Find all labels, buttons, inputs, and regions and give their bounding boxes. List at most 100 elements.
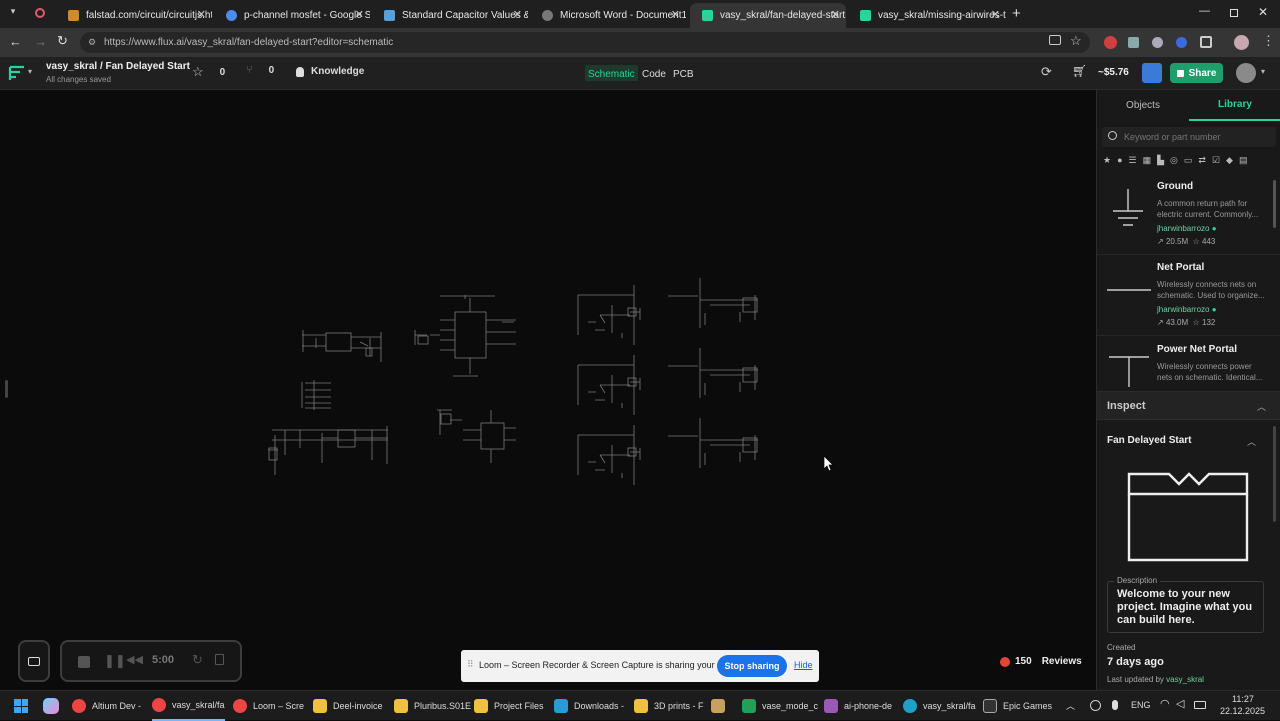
windows-start-icon[interactable] bbox=[14, 699, 28, 713]
tab-pcb[interactable]: PCB bbox=[673, 66, 694, 80]
new-tab-button[interactable]: + bbox=[1012, 5, 1021, 22]
chevron-up-icon[interactable]: ︿ bbox=[1247, 435, 1256, 448]
schematic-block[interactable] bbox=[414, 295, 516, 377]
browser-tab[interactable]: vasy_skral/missing-airwires-tes ✕ bbox=[848, 3, 1006, 28]
tab-schematic[interactable]: Schematic bbox=[585, 65, 638, 81]
price-label[interactable]: ~$5.76 bbox=[1098, 67, 1129, 78]
shuffle-filter-icon[interactable]: ⇄ bbox=[1198, 155, 1206, 166]
collaborator-avatar[interactable] bbox=[1142, 63, 1162, 83]
clock-time[interactable]: 11:27 bbox=[1232, 694, 1254, 704]
rewind-icon[interactable]: ◀◀ bbox=[126, 653, 143, 666]
logo-menu-chevron-icon[interactable]: ▾ bbox=[28, 67, 32, 76]
close-icon[interactable]: ✕ bbox=[831, 8, 840, 21]
schematic-block[interactable] bbox=[577, 418, 758, 485]
tab-search-icon[interactable]: ▾ bbox=[6, 6, 20, 20]
tray-app-icon[interactable] bbox=[1090, 700, 1101, 711]
trash-icon[interactable] bbox=[215, 654, 224, 665]
taskbar-item[interactable]: vasy_skral/fa bbox=[903, 691, 976, 721]
taskbar-item[interactable] bbox=[711, 691, 731, 721]
taskbar-item[interactable]: Epic Games bbox=[983, 691, 1052, 721]
volume-icon[interactable]: ◁ bbox=[1176, 697, 1184, 710]
browser-tab-active[interactable]: vasy_skral/fan-delayed-start: B ✕ bbox=[690, 3, 846, 28]
extension-icon[interactable] bbox=[1104, 36, 1117, 49]
fork-button[interactable]: ⑂ 0 bbox=[246, 64, 274, 76]
bookmark-star-icon[interactable]: ☆ bbox=[1070, 33, 1082, 49]
profile-avatar[interactable] bbox=[1234, 35, 1249, 50]
library-item[interactable]: Net Portal Wirelessly connects nets on s… bbox=[1097, 256, 1280, 336]
grid-filter-icon[interactable]: ▤ bbox=[1239, 155, 1248, 166]
language-indicator[interactable]: ENG bbox=[1131, 700, 1151, 710]
inspect-scrollbar[interactable] bbox=[1273, 426, 1276, 522]
taskbar-item[interactable]: vase_mode_c bbox=[742, 691, 818, 721]
reviews-button[interactable]: 150 Reviews bbox=[1000, 656, 1082, 667]
library-item[interactable]: Power Net Portal Wirelessly connects pow… bbox=[1097, 338, 1280, 390]
window-close-button[interactable]: ✕ bbox=[1258, 5, 1268, 19]
install-app-icon[interactable] bbox=[1049, 35, 1061, 45]
schematic-block[interactable] bbox=[302, 330, 382, 362]
tab-code[interactable]: Code bbox=[642, 66, 666, 80]
library-item-author[interactable]: jharwinbarrozo ● bbox=[1157, 305, 1267, 314]
library-item-author[interactable]: jharwinbarrozo ● bbox=[1157, 224, 1267, 233]
site-info-icon[interactable]: ⚙ bbox=[88, 32, 96, 53]
stop-recording-icon[interactable] bbox=[78, 656, 90, 668]
library-search[interactable] bbox=[1102, 127, 1276, 147]
hide-link[interactable]: Hide bbox=[794, 660, 813, 670]
forward-icon[interactable]: → bbox=[34, 34, 47, 49]
drag-handle-icon[interactable]: ⠿ bbox=[467, 659, 474, 670]
close-icon[interactable]: ✕ bbox=[991, 8, 1000, 21]
taskbar-item[interactable]: Altium Dev - bbox=[72, 691, 141, 721]
pause-icon[interactable]: ❚❚ bbox=[104, 653, 126, 669]
factory-filter-icon[interactable]: ▙ bbox=[1157, 155, 1164, 166]
close-icon[interactable]: ✕ bbox=[671, 8, 680, 21]
schematic-block[interactable] bbox=[268, 426, 388, 475]
user-avatar[interactable] bbox=[1236, 63, 1256, 83]
restart-icon[interactable]: ↻ bbox=[192, 652, 203, 668]
taskbar-item[interactable]: 3D prints - F bbox=[634, 691, 704, 721]
schematic-block[interactable] bbox=[301, 380, 331, 410]
browser-tab[interactable]: p-channel mosfet - Google Sea ✕ bbox=[214, 3, 370, 28]
list-filter-icon[interactable]: ☰ bbox=[1129, 155, 1137, 166]
browser-tab[interactable]: falstad.com/circuit/circuitjs.htm ✕ bbox=[56, 3, 212, 28]
library-item[interactable]: Ground A common return path for electric… bbox=[1097, 175, 1280, 255]
browser-tab[interactable]: Microsoft Word - Document1 ✕ bbox=[530, 3, 686, 28]
tab-library[interactable]: Library bbox=[1189, 90, 1280, 121]
chip-filter-icon[interactable]: ▭ bbox=[1184, 155, 1193, 166]
globe-filter-icon[interactable]: ◎ bbox=[1170, 155, 1178, 166]
extension-icon[interactable] bbox=[1128, 37, 1139, 48]
extension-icon[interactable] bbox=[1176, 37, 1187, 48]
microphone-icon[interactable] bbox=[1112, 700, 1118, 710]
check-filter-icon[interactable]: ☑ bbox=[1212, 155, 1220, 166]
tab-objects[interactable]: Objects bbox=[1097, 90, 1189, 121]
knowledge-button[interactable]: Knowledge bbox=[296, 66, 364, 77]
description-box[interactable]: Description Welcome to your new project.… bbox=[1107, 576, 1264, 633]
close-icon[interactable]: ✕ bbox=[513, 8, 522, 21]
browser-tab[interactable]: Standard Capacitor Values & C ✕ bbox=[372, 3, 528, 28]
project-breadcrumb[interactable]: vasy_skral / Fan Delayed Start bbox=[46, 61, 190, 72]
taskbar-item[interactable]: vasy_skral/fa bbox=[152, 691, 225, 721]
clock-date[interactable]: 22.12.2025 bbox=[1220, 706, 1265, 716]
inspect-header[interactable]: Inspect ︿ bbox=[1097, 391, 1280, 420]
sync-icon[interactable]: ⟳ bbox=[1041, 64, 1052, 80]
chevron-up-icon[interactable]: ︿ bbox=[1257, 400, 1266, 413]
user-menu-chevron-icon[interactable]: ▾ bbox=[1261, 67, 1265, 76]
share-button[interactable]: Share bbox=[1170, 63, 1223, 83]
taskbar-item[interactable]: Downloads - bbox=[554, 691, 624, 721]
restore-button[interactable] bbox=[1230, 9, 1238, 17]
taskbar-item[interactable]: Deel-invoice bbox=[313, 691, 383, 721]
schematic-block[interactable] bbox=[437, 409, 516, 463]
search-input[interactable] bbox=[1124, 129, 1272, 145]
schematic-block[interactable] bbox=[577, 278, 758, 345]
extension-icon[interactable] bbox=[1152, 37, 1163, 48]
taskbar-item[interactable]: Pluribus.S01E bbox=[394, 691, 471, 721]
last-updated-user[interactable]: vasy_skral bbox=[1166, 675, 1204, 684]
battery-icon[interactable] bbox=[1194, 701, 1206, 709]
close-icon[interactable]: ✕ bbox=[197, 8, 206, 21]
close-icon[interactable]: ✕ bbox=[355, 8, 364, 21]
url-field[interactable]: ⚙ https://www.flux.ai/vasy_skral/fan-del… bbox=[80, 32, 1090, 53]
loom-camera-button[interactable] bbox=[18, 640, 50, 682]
schematic-canvas[interactable]: ❚❚ ◀◀ 5:00 ↻ ⠿ Loom – Screen Recorder & … bbox=[0, 90, 1096, 690]
wifi-icon[interactable]: ◠ bbox=[1160, 697, 1170, 710]
back-icon[interactable]: ← bbox=[9, 34, 22, 49]
minimize-button[interactable]: — bbox=[1199, 5, 1210, 17]
taskbar-item[interactable]: Project Files bbox=[474, 691, 544, 721]
